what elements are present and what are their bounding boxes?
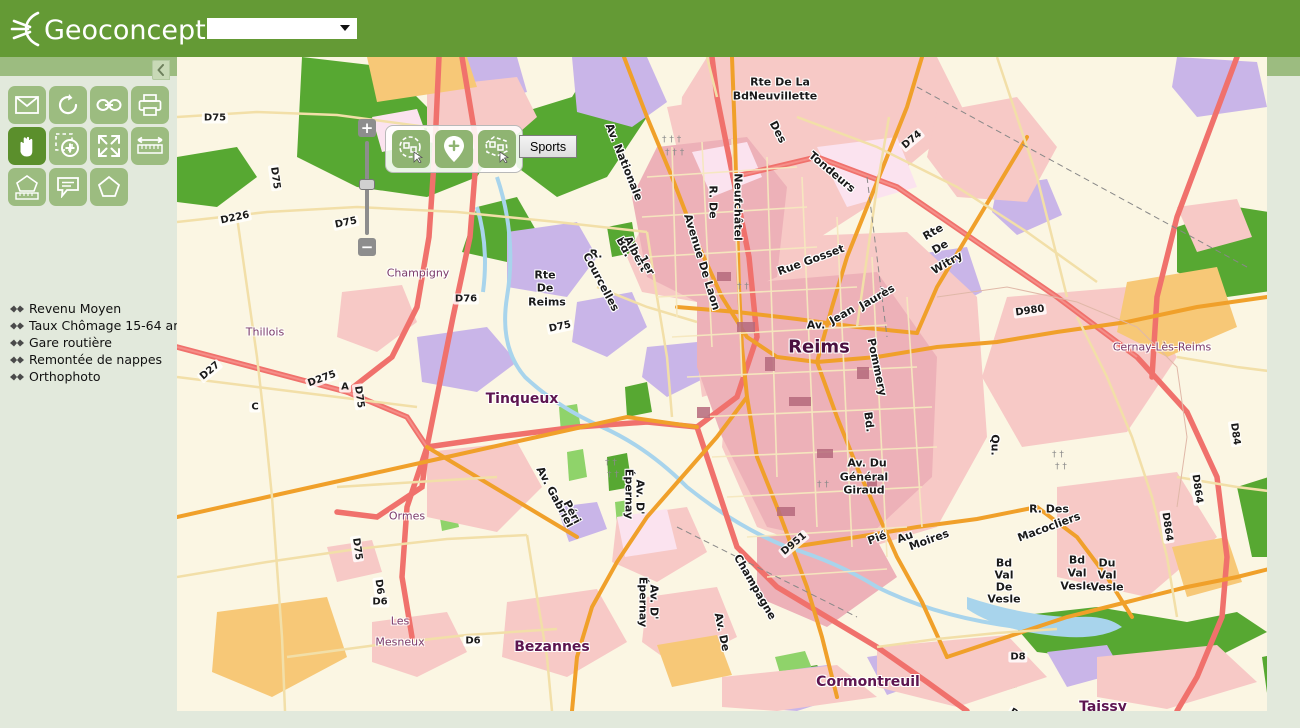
left-sidebar: Revenu Moyen Taux Chômage 15-64 ans Gare…: [0, 57, 188, 728]
sports-button[interactable]: Sports: [519, 135, 578, 158]
expand-arrows-icon: [98, 135, 120, 157]
sidebar-top-band: [0, 57, 177, 76]
link-button[interactable]: [90, 86, 128, 124]
map-draw-toolbar: [385, 125, 523, 173]
layer-item-orthophoto[interactable]: Orthophoto: [10, 368, 175, 385]
application-select[interactable]: [207, 18, 357, 39]
sidebar-toolbar: [8, 86, 169, 206]
speech-bubble-icon: [57, 177, 79, 198]
geoconcept-map-application: Geoconcept Revenu Moyen Taux Chômage 15-…: [0, 0, 1300, 728]
zoom-in-button[interactable]: +: [358, 119, 376, 137]
annotate-button[interactable]: [49, 168, 87, 206]
diamond-bullet-icon: [10, 373, 24, 380]
diamond-bullet-icon: [10, 305, 24, 312]
layer-item-taux-chomage[interactable]: Taux Chômage 15-64 ans: [10, 317, 188, 334]
refresh-button[interactable]: [49, 86, 87, 124]
svg-text:† † †: † † †: [665, 148, 685, 158]
map-viewport[interactable]: † † † † † † † † † † † † † † † † † † Reim…: [177, 57, 1300, 711]
mail-button[interactable]: [8, 86, 46, 124]
svg-text:† †: † †: [1052, 450, 1064, 460]
add-point-tool[interactable]: [435, 130, 473, 168]
draw-polygon-button[interactable]: [90, 168, 128, 206]
right-top-band: [1267, 57, 1300, 76]
pan-button[interactable]: [8, 127, 46, 165]
layer-label: Remontée de nappes: [29, 352, 163, 367]
diamond-bullet-icon: [10, 339, 24, 346]
link-icon: [96, 99, 122, 111]
printer-icon: [138, 94, 162, 116]
svg-text:† †: † †: [605, 458, 617, 468]
svg-text:Geoconcept: Geoconcept: [44, 15, 206, 46]
select-circle-tool[interactable]: [392, 130, 430, 168]
sidebar-collapse-button[interactable]: [152, 60, 170, 80]
print-button[interactable]: [131, 86, 169, 124]
ruler-icon: [137, 136, 163, 154]
svg-text:† †: † †: [737, 282, 749, 292]
refresh-icon: [58, 94, 78, 115]
layer-label: Revenu Moyen: [29, 301, 122, 316]
layer-item-gare-routiere[interactable]: Gare routière: [10, 334, 175, 351]
diamond-bullet-icon: [10, 356, 24, 363]
bottom-strip: [177, 711, 1300, 728]
diamond-bullet-icon: [10, 322, 24, 329]
geoconcept-logo: Geoconcept: [10, 11, 206, 47]
hand-icon: [19, 135, 34, 158]
zoom-select-icon: [55, 133, 79, 157]
layer-item-remontee-de-nappes[interactable]: Remontée de nappes: [10, 351, 175, 368]
zoom-box-button[interactable]: [49, 127, 87, 165]
zoom-out-button[interactable]: −: [358, 238, 376, 256]
layer-label: Taux Chômage 15-64 ans: [29, 318, 188, 333]
envelope-icon: [15, 96, 39, 114]
layer-list: Revenu Moyen Taux Chômage 15-64 ans Gare…: [10, 300, 188, 385]
polygon-icon: [97, 175, 121, 197]
measure-button[interactable]: [131, 127, 169, 165]
svg-text:† †: † †: [607, 470, 619, 480]
measure-area-button[interactable]: [8, 168, 46, 206]
map-canvas[interactable]: † † † † † † † † † † † † † † † † † †: [177, 57, 1300, 711]
circle-select-icon: [399, 136, 424, 163]
zoom-slider-control[interactable]: + −: [358, 119, 376, 256]
svg-text:† † †: † † †: [662, 135, 682, 145]
layer-label: Gare routière: [29, 335, 112, 350]
layer-label: Orthophoto: [29, 369, 101, 384]
right-strip: [1267, 57, 1300, 711]
map-pin-plus-icon: [444, 136, 464, 162]
svg-text:† †: † †: [1055, 462, 1067, 472]
chevron-left-icon: [157, 64, 164, 76]
zoom-slider-handle[interactable]: [359, 179, 375, 190]
polygon-ruler-icon: [15, 175, 39, 200]
select-polygon-tool[interactable]: [478, 130, 516, 168]
layer-item-revenu-moyen[interactable]: Revenu Moyen: [10, 300, 175, 317]
polygon-select-icon: [485, 136, 510, 163]
app-header: Geoconcept: [0, 0, 1300, 57]
svg-text:† †: † †: [817, 480, 829, 490]
zoom-extent-button[interactable]: [90, 127, 128, 165]
